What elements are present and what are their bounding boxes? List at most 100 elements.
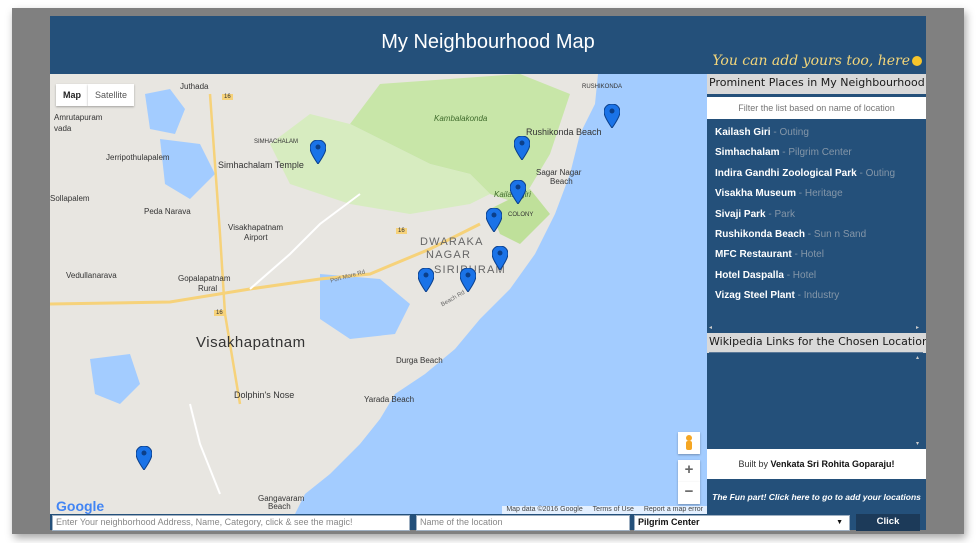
wiki-links-box [709, 352, 923, 448]
zoom-out-button[interactable]: − [678, 482, 700, 504]
place-category: - Industry [794, 290, 840, 302]
zoom-in-button[interactable]: + [678, 460, 700, 482]
built-by-prefix: Built by [738, 459, 771, 469]
map-marker-museum[interactable] [486, 208, 502, 232]
location-name-input[interactable]: Name of the location [416, 515, 630, 531]
map-label-dwaraka: DWARAKA [420, 236, 484, 248]
list-item[interactable]: Kailash Giri - Outing [709, 123, 923, 143]
map-marker-zoo[interactable] [514, 136, 530, 160]
map-type-satellite-tab[interactable]: Satellite [88, 84, 135, 106]
report-map-error-link[interactable]: Report a map error [640, 506, 707, 513]
place-category: - Outing [856, 167, 896, 179]
list-item[interactable]: Indira Gandhi Zoological Park - Outing [709, 164, 923, 184]
map-marker-daspalla[interactable] [418, 268, 434, 292]
map-label-peda-narava: Peda Narava [144, 207, 191, 216]
map-label-yarada-beach: Yarada Beach [364, 395, 415, 404]
map-marker-sivaji-park[interactable] [492, 246, 508, 270]
smiley-icon [912, 56, 922, 66]
map-label-airport: Airport [244, 233, 268, 242]
place-name: MFC Restaurant [715, 249, 792, 261]
author-name: Venkata Sri Rohita Goparaju! [770, 459, 895, 469]
google-logo-text: Google [56, 498, 105, 514]
map-footer: Map data ©2016 Google Terms of Use Repor… [502, 506, 707, 514]
places-list: Kailash Giri - Outing Simhachalam - Pilg… [709, 123, 923, 333]
add-yours-link[interactable]: You can add yours too, here [712, 53, 922, 69]
street-view-pegman-icon[interactable] [678, 432, 700, 454]
place-name: Hotel Daspalla [715, 269, 784, 281]
list-item[interactable]: Vizag Steel Plant - Industry [709, 286, 923, 306]
map-label-vada: vada [54, 124, 72, 133]
scroll-up-icon[interactable]: ▴ [916, 354, 919, 361]
map-label-rushikonda-beach: Rushikonda Beach [526, 127, 602, 137]
map-data-attribution: Map data ©2016 Google [506, 506, 583, 513]
bottom-bar: Enter Your neighborhood Address, Name, C… [50, 514, 926, 531]
place-category: - Outing [770, 127, 809, 138]
place-name: Simhachalam [715, 147, 780, 159]
list-item[interactable]: MFC Restaurant - Hotel [709, 245, 923, 265]
map-marker-steel-plant[interactable] [136, 446, 152, 470]
add-yours-label: You can add yours too, here [712, 53, 910, 69]
map-label-vizag-airport: Visakhapatnam [228, 223, 283, 232]
map-label-kambalakonda: Kambalakonda [434, 114, 488, 123]
map-marker-simhachalam[interactable] [310, 140, 326, 164]
place-name: Visakha Museum [715, 188, 796, 200]
place-name: Indira Gandhi Zoological Park [715, 167, 857, 179]
map-marker-rushikonda[interactable] [604, 104, 620, 128]
map-type-map-tab[interactable]: Map [56, 84, 88, 106]
place-name: Vizag Steel Plant [715, 290, 795, 302]
map-label-vedullanarava: Vedullanarava [66, 271, 117, 280]
map-label-juthada: Juthada [180, 82, 209, 91]
list-item[interactable]: Hotel Daspalla - Hotel [709, 266, 923, 286]
place-name: Rushikonda Beach [715, 228, 806, 240]
header: My Neighbourhood Map You can add yours t… [50, 16, 926, 74]
address-input[interactable]: Enter Your neighborhood Address, Name, C… [52, 515, 410, 531]
map-label-sagar-nagar: Sagar Nagar [536, 168, 582, 177]
terms-of-use-link[interactable]: Terms of Use [589, 506, 638, 513]
map-label-amrutapuram: Amrutapuram [54, 113, 103, 122]
place-category: - Pilgrim Center [779, 147, 852, 159]
place-category: - Sun n Sand [805, 228, 867, 240]
chevron-down-icon: ▼ [836, 519, 843, 526]
place-category: - Park [765, 208, 796, 220]
google-logo: Google [56, 498, 104, 514]
map-label-jerripothulapalem: Jerripothulapalem [106, 153, 170, 162]
map-label-durga-beach: Durga Beach [396, 356, 443, 365]
map-marker-mfc[interactable] [460, 268, 476, 292]
map-label-nagar: NAGAR [426, 249, 472, 261]
place-category: - Heritage [795, 188, 843, 200]
scroll-right-icon[interactable]: ▸ [916, 324, 919, 331]
places-heading: Prominent Places in My Neighbourhood [707, 74, 926, 94]
list-item[interactable]: Rushikonda Beach - Sun n Sand [709, 225, 923, 245]
list-item[interactable]: Simhachalam - Pilgrim Center [709, 143, 923, 163]
list-item[interactable]: Sivaji Park - Park [709, 205, 923, 225]
map-label-rushikonda: RUSHIKONDA [582, 84, 623, 90]
map-label-sagar-beach: Beach [550, 177, 573, 186]
list-item[interactable]: Visakha Museum - Heritage [709, 184, 923, 204]
built-by-credit: Built by Venkata Sri Rohita Goparaju! [707, 449, 926, 479]
click-button[interactable]: Click [856, 514, 920, 531]
page-title: My Neighbourhood Map [381, 31, 595, 53]
map-label-visakhapatnam: Visakhapatnam [196, 334, 306, 351]
map-label-simhachalam-temple: Simhachalam Temple [218, 160, 304, 170]
side-panel: Prominent Places in My Neighbourhood Kai… [707, 74, 926, 514]
place-category: - Hotel [783, 269, 817, 281]
map-marker-kailash-giri[interactable] [510, 180, 526, 204]
filter-input[interactable] [707, 97, 926, 119]
highway-16-shield-2: 16 [214, 310, 225, 316]
map-label-gopalapatnam: Gopalapatnam [178, 274, 231, 283]
place-name: Sivaji Park [715, 208, 766, 220]
fun-part-link[interactable]: The Fun part! Click here to go to add yo… [707, 480, 926, 514]
window-frame: My Neighbourhood Map You can add yours t… [12, 8, 964, 534]
map-label-sollapalem: Sollapalem [50, 194, 90, 203]
scroll-down-icon[interactable]: ▾ [916, 440, 919, 447]
category-select[interactable]: Pilgrim Center ▼ [634, 515, 850, 531]
map-label-gangavaram-beach: Beach [268, 502, 291, 511]
highway-shield-3: 16 [222, 94, 233, 100]
map-view[interactable]: Map Satellite Juthada Amrutapuram vada J… [50, 74, 707, 514]
app-container: My Neighbourhood Map You can add yours t… [50, 16, 926, 531]
place-category: - Hotel [791, 249, 824, 261]
category-selected-value: Pilgrim Center [638, 517, 700, 527]
scroll-left-icon[interactable]: ◂ [709, 324, 712, 331]
place-name: Kailash Giri [715, 127, 771, 138]
wiki-heading: Wikipedia Links for the Chosen Location [707, 333, 926, 353]
